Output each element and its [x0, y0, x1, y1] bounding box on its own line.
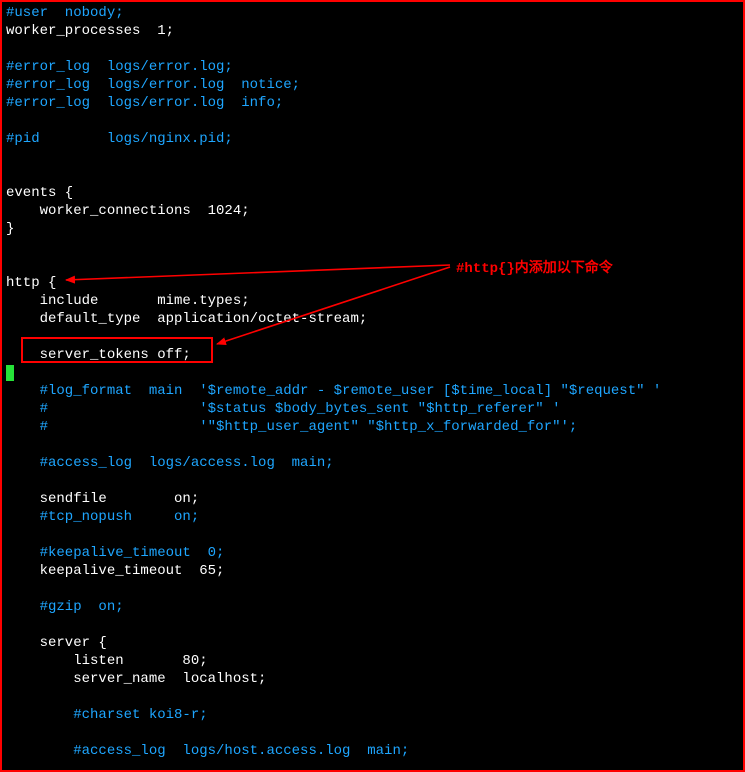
code-line: default_type application/octet-stream; [6, 311, 367, 327]
code-line: events { [6, 185, 73, 201]
code-line: server_tokens off; [6, 347, 191, 363]
code-line: #pid logs/nginx.pid; [6, 131, 233, 147]
editor-cursor [6, 365, 14, 381]
annotation-text: #http{}内添加以下命令 [456, 257, 613, 277]
code-line: #access_log logs/host.access.log main; [6, 743, 409, 759]
code-line: #error_log logs/error.log info; [6, 95, 283, 111]
code-line: worker_processes 1; [6, 23, 174, 39]
code-line: #gzip on; [6, 599, 124, 615]
code-line: # '$status $body_bytes_sent "$http_refer… [6, 401, 561, 417]
code-line: worker_connections 1024; [6, 203, 250, 219]
code-line: http { [6, 275, 56, 291]
code-line: include mime.types; [6, 293, 250, 309]
code-line: # '"$http_user_agent" "$http_x_forwarded… [6, 419, 577, 435]
code-line: sendfile on; [6, 491, 199, 507]
nginx-config-code: #user nobody; worker_processes 1; #error… [6, 4, 661, 772]
code-line: #user nobody; [6, 5, 124, 21]
code-line: #tcp_nopush on; [6, 509, 199, 525]
code-line: #access_log logs/access.log main; [6, 455, 334, 471]
code-line: server_name localhost; [6, 671, 266, 687]
screenshot-frame: #user nobody; worker_processes 1; #error… [0, 0, 745, 772]
code-line: #error_log logs/error.log; [6, 59, 233, 75]
code-line: server { [6, 635, 107, 651]
code-line: #charset koi8-r; [6, 707, 208, 723]
code-line: } [6, 221, 14, 237]
code-line: #error_log logs/error.log notice; [6, 77, 300, 93]
code-line: #log_format main '$remote_addr - $remote… [6, 383, 661, 399]
code-line: keepalive_timeout 65; [6, 563, 224, 579]
code-line: #keepalive_timeout 0; [6, 545, 224, 561]
code-line: listen 80; [6, 653, 208, 669]
